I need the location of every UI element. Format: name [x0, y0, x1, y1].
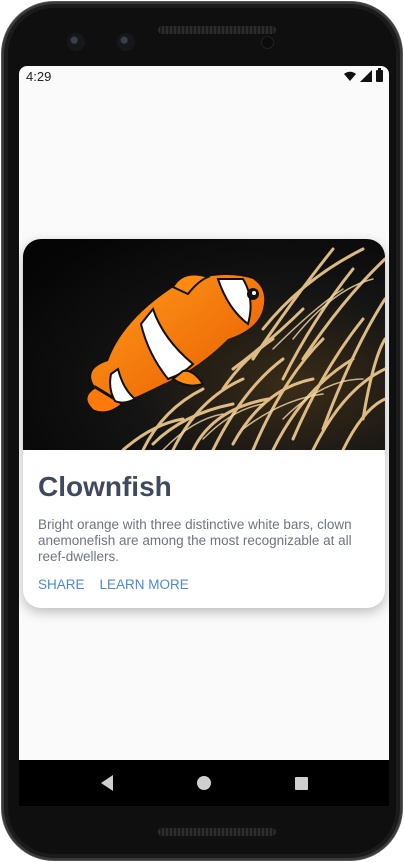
clownfish-photo: [23, 239, 385, 450]
status-time: 4:29: [26, 69, 52, 84]
share-button[interactable]: SHARE: [38, 577, 85, 592]
back-icon[interactable]: [100, 775, 113, 791]
card-description: Bright orange with three distinctive whi…: [38, 517, 352, 564]
system-nav-bar: [19, 760, 389, 806]
home-icon[interactable]: [196, 776, 211, 790]
signal-icon: [360, 70, 372, 82]
front-camera-icon: [117, 33, 135, 51]
bottom-speaker: [158, 828, 276, 836]
proximity-sensor: [262, 37, 273, 48]
status-bar: 4:29: [19, 66, 389, 86]
front-camera-icon: [67, 33, 85, 51]
card-actions: SHARE LEARN MORE: [38, 577, 189, 592]
fish-card: Clownfish Bright orange with three disti…: [23, 239, 385, 608]
top-speaker: [158, 26, 276, 34]
phone-device: 4:29 Clownfish Bright orange with three …: [0, 0, 404, 862]
wifi-icon: [344, 71, 356, 81]
card-title: Clownfish: [38, 471, 172, 502]
recent-apps-icon[interactable]: [294, 776, 308, 790]
app-screen: 4:29 Clownfish Bright orange with three …: [19, 66, 389, 760]
battery-icon: [376, 68, 383, 82]
status-icons: [344, 68, 383, 82]
learn-more-button[interactable]: LEARN MORE: [100, 577, 189, 592]
